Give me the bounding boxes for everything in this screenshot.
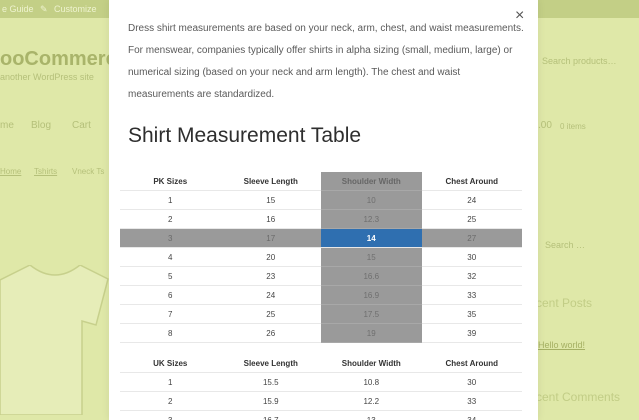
table-cell: 16 xyxy=(220,209,321,229)
table-row: 1 15 10 24 xyxy=(120,190,522,210)
table-cell: 16.9 xyxy=(321,285,422,305)
table-cell: 2 xyxy=(120,391,221,411)
sidebar-search-input[interactable]: Search … xyxy=(545,240,585,250)
pk-size-table: PK Sizes Sleeve Length Shoulder Width Ch… xyxy=(120,172,522,343)
table-cell: 10.8 xyxy=(321,372,422,392)
table-header: Chest Around xyxy=(421,354,522,373)
table-header: UK Sizes xyxy=(120,354,221,373)
admin-bar-guide[interactable]: e Guide xyxy=(2,4,34,14)
cart-amount[interactable]: .00 xyxy=(538,120,552,131)
table-cell: 26 xyxy=(220,323,321,343)
table-cell: 8 xyxy=(120,323,221,343)
table-cell: 15 xyxy=(220,190,321,210)
table-cell: 25 xyxy=(220,304,321,324)
table-cell: 20 xyxy=(220,247,321,267)
table-row: 6 24 16.9 33 xyxy=(120,285,522,305)
table-cell: 17.5 xyxy=(321,304,422,324)
breadcrumb-tshirts[interactable]: Tshirts xyxy=(34,167,57,176)
table-cell: 34 xyxy=(421,410,522,420)
table-cell: 24 xyxy=(220,285,321,305)
table-row: 7 25 17.5 35 xyxy=(120,304,522,324)
uk-size-table: UK Sizes Sleeve Length Shoulder Width Ch… xyxy=(120,354,522,420)
table-cell: 1 xyxy=(120,372,221,392)
tshirt-image xyxy=(0,265,109,415)
table-header-row: PK Sizes Sleeve Length Shoulder Width Ch… xyxy=(120,172,522,191)
recent-post-link[interactable]: Hello world! xyxy=(538,340,585,350)
table-cell: 12.2 xyxy=(321,391,422,411)
table-cell: 30 xyxy=(421,372,522,392)
table-row: 5 23 16.6 32 xyxy=(120,266,522,286)
table-cell: 15.9 xyxy=(220,391,321,411)
table-cell: 19 xyxy=(321,323,422,343)
table-cell-selected: 14 xyxy=(321,228,422,248)
pencil-icon: ✎ xyxy=(40,4,48,14)
table-cell: 27 xyxy=(421,228,522,248)
cart-count[interactable]: 0 items xyxy=(560,122,586,131)
table-header: Shoulder Width xyxy=(321,354,422,373)
table-cell: 3 xyxy=(120,410,221,420)
search-input[interactable]: Search products… xyxy=(542,56,617,66)
table-row: 1 15.5 10.8 30 xyxy=(120,372,522,392)
admin-bar-customize[interactable]: Customize xyxy=(54,4,97,14)
site-title[interactable]: ooCommerc xyxy=(0,48,117,71)
table-header: Sleeve Length xyxy=(220,172,321,191)
breadcrumb-home[interactable]: Home xyxy=(0,167,21,176)
recent-comments-heading: cent Comments xyxy=(536,390,621,404)
table-cell: 2 xyxy=(120,209,221,229)
table-cell: 33 xyxy=(421,391,522,411)
table-cell: 30 xyxy=(421,247,522,267)
table-header: Chest Around xyxy=(421,172,522,191)
table-cell: 32 xyxy=(421,266,522,286)
table-cell: 5 xyxy=(120,266,221,286)
modal-intro-text: Dress shirt measurements are based on yo… xyxy=(128,23,524,100)
table-row: 8 26 19 39 xyxy=(120,323,522,343)
nav-item-blog[interactable]: Blog xyxy=(31,120,51,131)
table-cell: 17 xyxy=(220,228,321,248)
table-cell: 7 xyxy=(120,304,221,324)
table-cell: 16.6 xyxy=(321,266,422,286)
table-row: 3 16.7 13 34 xyxy=(120,410,522,420)
table-cell: 23 xyxy=(220,266,321,286)
table-cell: 10 xyxy=(321,190,422,210)
table-row-highlighted: 3 17 14 27 xyxy=(120,228,522,248)
table-header: Sleeve Length xyxy=(220,354,321,373)
table-cell: 13 xyxy=(321,410,422,420)
breadcrumb-current: Vneck Ts xyxy=(72,167,105,176)
modal-heading: Shirt Measurement Table xyxy=(128,124,362,147)
recent-posts-heading: cent Posts xyxy=(536,296,593,310)
table-cell: 3 xyxy=(120,228,221,248)
table-header: PK Sizes xyxy=(120,172,221,191)
table-cell: 15.5 xyxy=(220,372,321,392)
table-cell: 15 xyxy=(321,247,422,267)
table-cell: 16.7 xyxy=(220,410,321,420)
table-cell: 24 xyxy=(421,190,522,210)
table-cell: 12.3 xyxy=(321,209,422,229)
table-header-row: UK Sizes Sleeve Length Shoulder Width Ch… xyxy=(120,354,522,373)
table-cell: 39 xyxy=(421,323,522,343)
table-row: 2 15.9 12.2 33 xyxy=(120,391,522,411)
table-cell: 33 xyxy=(421,285,522,305)
table-header-highlighted: Shoulder Width xyxy=(321,172,422,191)
table-cell: 6 xyxy=(120,285,221,305)
table-row: 4 20 15 30 xyxy=(120,247,522,267)
nav-item-home[interactable]: me xyxy=(0,120,14,131)
table-cell: 25 xyxy=(421,209,522,229)
table-cell: 35 xyxy=(421,304,522,324)
table-cell: 1 xyxy=(120,190,221,210)
site-tagline: another WordPress site xyxy=(0,72,94,82)
table-row: 2 16 12.3 25 xyxy=(120,209,522,229)
nav-item-cart[interactable]: Cart xyxy=(72,120,91,131)
table-cell: 4 xyxy=(120,247,221,267)
size-chart-modal: × Dress shirt measurements are based on … xyxy=(109,0,538,420)
